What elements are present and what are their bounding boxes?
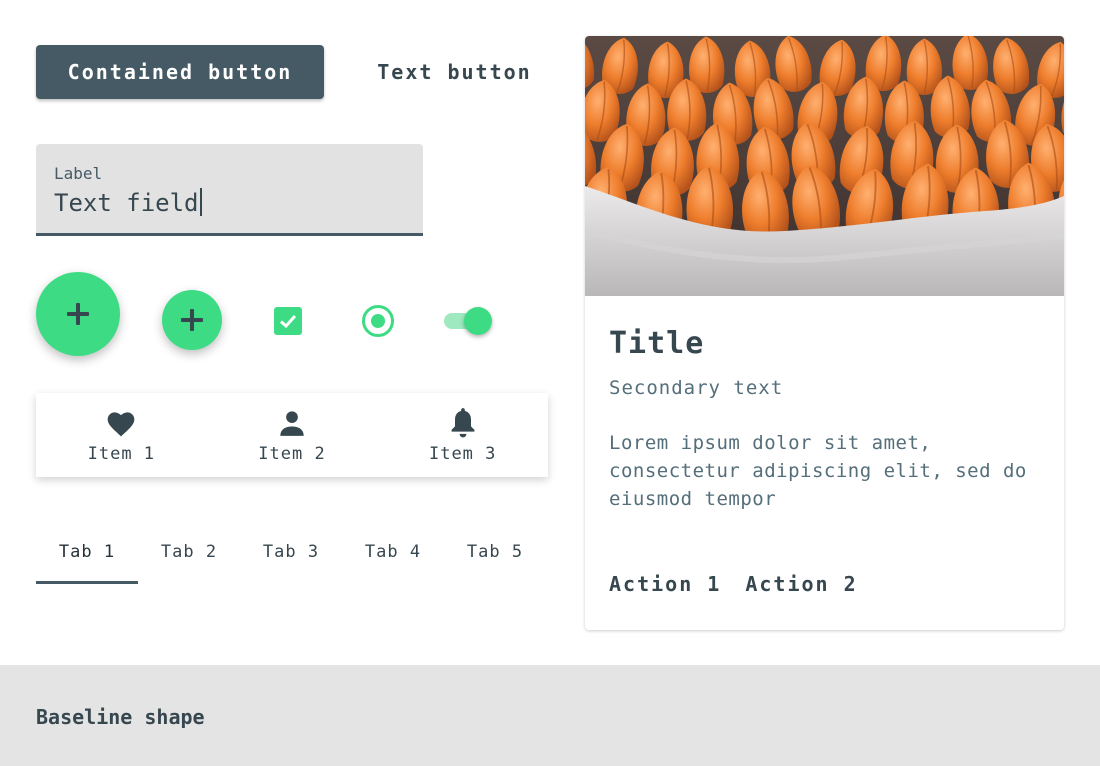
switch-thumb [464, 307, 492, 335]
bottom-nav-label: Item 3 [428, 444, 497, 464]
fab-small-add-button[interactable] [162, 290, 222, 350]
contained-button[interactable]: Contained button [36, 45, 324, 99]
toggle-switch[interactable] [442, 304, 496, 338]
tab-3[interactable]: Tab 3 [240, 520, 342, 584]
text-cursor [199, 188, 202, 216]
card-title: Title [609, 326, 705, 361]
card-media-tulips-image [585, 36, 1064, 296]
card-secondary-text: Secondary text [609, 377, 784, 399]
tab-2[interactable]: Tab 2 [138, 520, 240, 584]
checkbox[interactable] [274, 307, 302, 335]
bottom-navigation: Item 1 Item 2 Item 3 [36, 393, 548, 477]
tab-5[interactable]: Tab 5 [444, 520, 546, 584]
bottom-nav-item-2[interactable]: Item 2 [207, 393, 378, 477]
text-field[interactable]: Label Text field [36, 144, 423, 236]
card-action-1-button[interactable]: Action 1 [599, 564, 731, 604]
person-icon [275, 406, 309, 440]
bottom-nav-label: Item 1 [87, 444, 156, 464]
footer-banner: Baseline shape [0, 665, 1100, 766]
text-button[interactable]: Text button [352, 45, 557, 99]
components-showcase: Contained button Text button Label Text … [0, 0, 1100, 766]
heart-icon [104, 406, 138, 440]
radio-button[interactable] [362, 305, 394, 337]
radio-dot [371, 314, 385, 328]
card-action-2-button[interactable]: Action 2 [735, 564, 867, 604]
tab-1[interactable]: Tab 1 [36, 520, 138, 584]
fab-large-add-button[interactable] [36, 272, 120, 356]
card-actions: Action 1 Action 2 [599, 564, 868, 604]
footer-label: Baseline shape [36, 705, 205, 729]
plus-icon [67, 303, 89, 325]
text-field-label: Label [54, 164, 103, 183]
bell-icon [446, 406, 480, 440]
bottom-nav-label: Item 2 [258, 444, 326, 464]
tab-4[interactable]: Tab 4 [342, 520, 444, 584]
text-field-value-wrap: Text field [54, 188, 202, 217]
text-field-value: Text field [54, 189, 199, 217]
bottom-nav-item-3[interactable]: Item 3 [377, 393, 548, 477]
check-icon [279, 314, 297, 329]
plus-icon [181, 309, 203, 331]
card: Title Secondary text Lorem ipsum dolor s… [585, 36, 1064, 630]
tab-bar: Tab 1 Tab 2 Tab 3 Tab 4 Tab 5 [36, 520, 548, 584]
bottom-nav-item-1[interactable]: Item 1 [36, 393, 207, 477]
card-body-text: Lorem ipsum dolor sit amet, consectetur … [609, 432, 1027, 510]
